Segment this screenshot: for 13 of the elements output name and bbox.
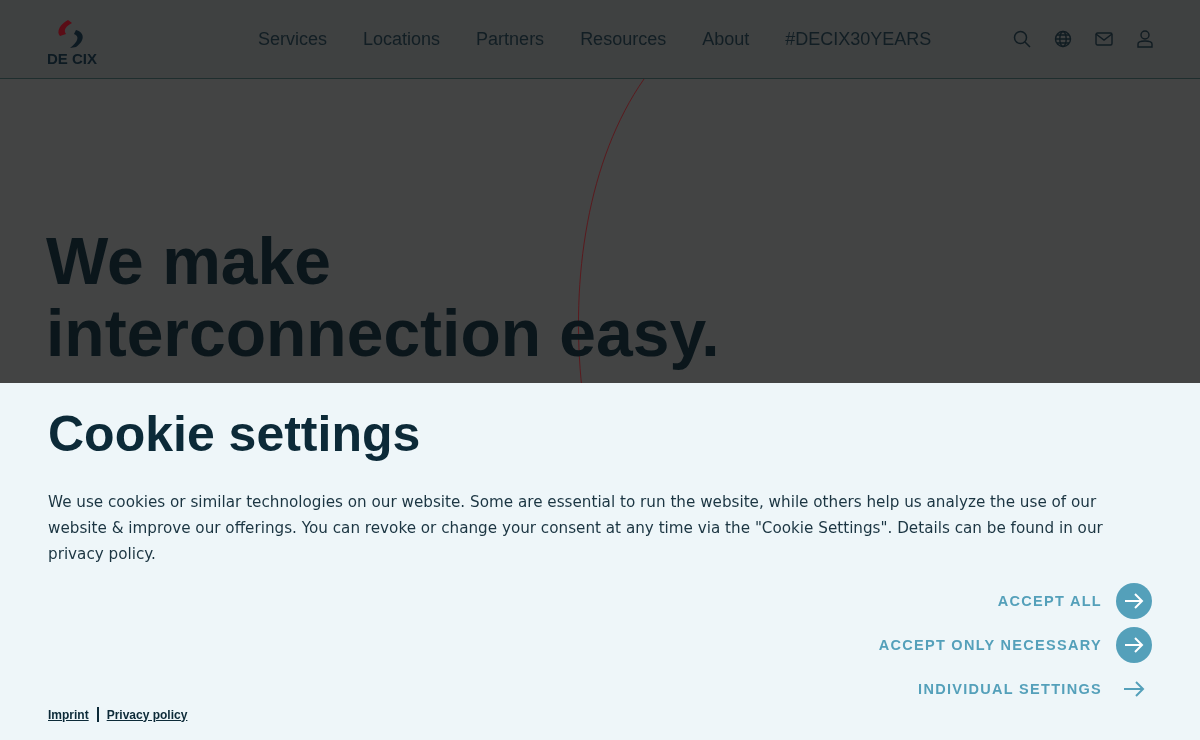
footer-link[interactable]: Imprint (48, 707, 89, 722)
consent-button[interactable]: INDIVIDUAL SETTINGS (918, 671, 1152, 707)
search-icon[interactable] (1013, 30, 1031, 48)
arrow-icon (1123, 681, 1145, 697)
user-icon[interactable] (1136, 30, 1154, 48)
cookie-title: Cookie settings (48, 405, 422, 463)
globe-icon[interactable] (1054, 30, 1072, 48)
footer-link[interactable]: Privacy policy (106, 707, 188, 722)
mail-icon[interactable] (1095, 32, 1113, 46)
consent-button[interactable]: ACCEPT ALL (997, 583, 1152, 619)
consent-button[interactable]: ACCEPT ONLY NECESSARY (878, 627, 1152, 663)
hero-heading: We make interconnection easy. (46, 225, 721, 369)
cookie-text: We use cookies or similar technologies on our website. Some are essential to run the website, while others help us analyze the use of our website & improve our offerings. You can revoke or change your consent at any time via the "Cookie Settings". Details can be found in our privacy policy. (48, 492, 1104, 565)
